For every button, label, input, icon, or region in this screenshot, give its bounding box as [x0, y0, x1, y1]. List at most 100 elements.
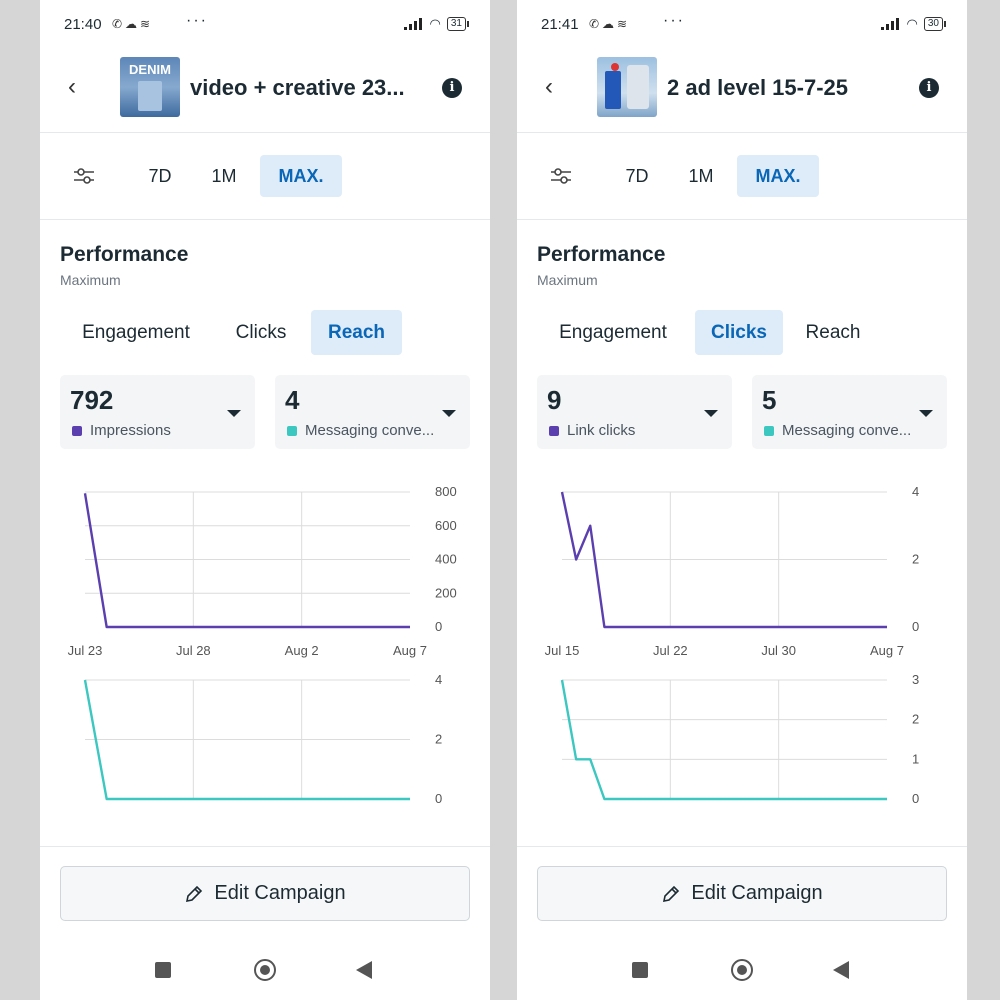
y-tick-label: 800: [435, 484, 457, 499]
app-header: ‹ 2 ad level 15-7-25 i: [517, 55, 967, 120]
phone-screen-right: 21:41 ✆☁≋ ··· ◠ 30 ‹ 2 ad level 15-7-25 …: [517, 0, 967, 1000]
tab-clicks[interactable]: Clicks: [222, 310, 300, 355]
y-tick-label: 0: [912, 791, 919, 806]
metric-label: Messaging conve...: [782, 422, 912, 439]
chart-impressions: 800 600 400 200 0 Jul 23 Jul 28 Aug 2 Aug 7: [68, 484, 457, 658]
chevron-down-icon[interactable]: [919, 410, 933, 417]
chevron-left-icon: ‹: [68, 73, 76, 100]
more-notifications-icon: ···: [186, 12, 208, 29]
status-time: 21:40: [64, 16, 102, 33]
sliders-icon[interactable]: [72, 167, 96, 185]
y-tick-label: 2: [912, 712, 919, 727]
series-color-swatch: [287, 426, 297, 436]
chart-messaging: 3 2 1 0: [560, 672, 919, 806]
metric-value: 9: [547, 385, 562, 415]
notification-icons: ✆☁≋: [112, 17, 154, 31]
chevron-left-icon: ‹: [545, 73, 553, 100]
date-range-selector: 7D 1M MAX.: [517, 155, 967, 197]
info-icon[interactable]: i: [442, 78, 462, 98]
series-color-swatch: [764, 426, 774, 436]
signal-icon: [880, 18, 901, 30]
status-bar: 21:41 ✆☁≋ ··· ◠ 30: [541, 12, 947, 36]
series-color-swatch: [549, 426, 559, 436]
wifi-icon: ◠: [429, 16, 441, 31]
recent-apps-icon[interactable]: [155, 962, 171, 978]
ad-thumbnail: DENIM: [120, 57, 180, 117]
y-tick-label: 200: [435, 585, 457, 600]
recent-apps-icon[interactable]: [632, 962, 648, 978]
performance-subtitle: Maximum: [537, 272, 598, 288]
back-button[interactable]: ‹: [545, 73, 553, 101]
range-7d-button[interactable]: 7D: [135, 155, 185, 197]
metric-card-messaging[interactable]: 4 Messaging conve...: [275, 375, 470, 449]
nav-back-icon[interactable]: [833, 961, 849, 979]
pencil-icon: [663, 885, 680, 902]
divider: [517, 219, 967, 220]
tab-reach[interactable]: Reach: [311, 310, 402, 355]
edit-campaign-label: Edit Campaign: [691, 882, 823, 904]
tab-engagement[interactable]: Engagement: [60, 310, 212, 355]
divider: [517, 132, 967, 133]
tab-reach[interactable]: Reach: [789, 310, 877, 355]
tab-engagement[interactable]: Engagement: [537, 310, 689, 355]
battery-icon: 31: [446, 17, 470, 31]
system-nav-bar: [517, 955, 967, 985]
range-max-button[interactable]: MAX.: [260, 155, 342, 197]
x-tick-label: Jul 15: [545, 643, 580, 658]
notification-icons: ✆☁≋: [589, 17, 631, 31]
range-7d-button[interactable]: 7D: [612, 155, 662, 197]
y-tick-label: 600: [435, 518, 457, 533]
range-1m-button[interactable]: 1M: [677, 155, 725, 197]
campaign-title: video + creative 23...: [190, 75, 405, 100]
info-icon[interactable]: i: [919, 78, 939, 98]
y-tick-label: 0: [912, 619, 919, 634]
home-icon[interactable]: [254, 959, 276, 981]
series-color-swatch: [72, 426, 82, 436]
x-tick-label: Jul 23: [68, 643, 103, 658]
back-button[interactable]: ‹: [68, 73, 76, 101]
tab-clicks[interactable]: Clicks: [695, 310, 783, 355]
y-tick-label: 2: [912, 552, 919, 567]
range-max-button[interactable]: MAX.: [737, 155, 819, 197]
metric-card-messaging[interactable]: 5 Messaging conve...: [752, 375, 947, 449]
y-tick-label: 0: [435, 619, 442, 634]
y-tick-label: 400: [435, 552, 457, 567]
y-tick-label: 0: [435, 791, 442, 806]
metric-card-impressions[interactable]: 792 Impressions: [60, 375, 255, 449]
sliders-icon[interactable]: [549, 167, 573, 185]
y-tick-label: 2: [435, 732, 442, 747]
battery-icon: 30: [923, 17, 947, 31]
series-line: [560, 679, 887, 801]
ad-thumbnail: [597, 57, 657, 117]
wifi-icon: ◠: [906, 16, 918, 31]
x-tick-label: Jul 28: [176, 643, 211, 658]
divider: [40, 846, 490, 847]
status-time: 21:41: [541, 16, 579, 33]
edit-campaign-button[interactable]: Edit Campaign: [537, 866, 947, 921]
x-tick-label: Aug 7: [393, 643, 427, 658]
metric-card-link-clicks[interactable]: 9 Link clicks: [537, 375, 732, 449]
campaign-title: 2 ad level 15-7-25: [667, 75, 849, 100]
chart-link-clicks: 4 2 0 Jul 15 Jul 22 Jul 30 Aug 7: [545, 484, 920, 658]
chevron-down-icon[interactable]: [442, 410, 456, 417]
phone-screen-left: 21:40 ✆☁≋ ··· ◠ 31 ‹ DENIM video + creat…: [40, 0, 490, 1000]
y-tick-label: 4: [912, 484, 919, 499]
edit-campaign-label: Edit Campaign: [214, 882, 346, 904]
pencil-icon: [186, 885, 203, 902]
range-1m-button[interactable]: 1M: [200, 155, 248, 197]
app-header: ‹ DENIM video + creative 23... i: [40, 55, 490, 120]
signal-icon: [403, 18, 424, 30]
home-icon[interactable]: [731, 959, 753, 981]
chevron-down-icon[interactable]: [227, 410, 241, 417]
chevron-down-icon[interactable]: [704, 410, 718, 417]
x-tick-label: Jul 22: [653, 643, 688, 658]
x-tick-label: Jul 30: [761, 643, 796, 658]
performance-title: Performance: [60, 243, 189, 266]
nav-back-icon[interactable]: [356, 961, 372, 979]
y-tick-label: 3: [912, 672, 919, 687]
metric-value: 5: [762, 385, 777, 415]
chart-messaging: 4 2 0: [83, 672, 442, 806]
edit-campaign-button[interactable]: Edit Campaign: [60, 866, 470, 921]
divider: [40, 219, 490, 220]
date-range-selector: 7D 1M MAX.: [40, 155, 490, 197]
